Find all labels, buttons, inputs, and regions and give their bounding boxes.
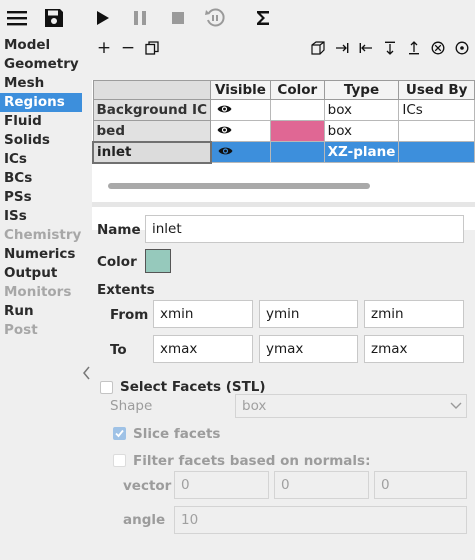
sigma-icon[interactable] xyxy=(251,6,275,30)
slice-facets-checkbox xyxy=(113,427,126,440)
extent-max-x-icon[interactable] xyxy=(332,38,352,58)
extent-max-y-icon[interactable] xyxy=(404,38,424,58)
color-cell[interactable] xyxy=(269,141,325,163)
col-header-type[interactable]: Type xyxy=(323,80,400,100)
sidebar-item-regions[interactable]: Regions xyxy=(0,93,82,112)
col-header-visible[interactable]: Visible xyxy=(210,80,271,100)
collapse-sidebar-icon[interactable] xyxy=(82,366,92,386)
reset-icon[interactable] xyxy=(203,6,227,30)
color-cell[interactable] xyxy=(269,99,325,121)
vector-label: vector xyxy=(123,478,172,494)
ymin-input[interactable]: ymin xyxy=(259,300,358,328)
type-cell: box xyxy=(323,120,400,142)
angle-label: angle xyxy=(123,512,166,528)
angle-input: 10 xyxy=(174,506,467,534)
extent-min-y-icon[interactable] xyxy=(380,38,400,58)
col-header-color[interactable]: Color xyxy=(269,80,325,100)
cube-icon[interactable] xyxy=(308,38,328,58)
region-table: Visible Color Type Used By Background IC… xyxy=(92,80,475,164)
center-point-icon[interactable] xyxy=(452,38,472,58)
table-row[interactable]: bed box xyxy=(92,120,475,142)
used-by-cell xyxy=(398,120,475,142)
table-row[interactable]: Background IC box ICs xyxy=(92,99,475,121)
add-region-button[interactable]: + xyxy=(94,38,114,58)
filter-facets-checkbox xyxy=(113,454,126,467)
slice-facets-label: Slice facets xyxy=(133,426,221,442)
sidebar-item-iss[interactable]: ISs xyxy=(0,207,82,226)
name-input[interactable]: inlet xyxy=(145,215,464,243)
shape-select: box xyxy=(235,394,467,418)
eye-icon[interactable] xyxy=(217,102,232,118)
select-facets-checkbox[interactable] xyxy=(100,381,113,394)
zmin-input[interactable]: zmin xyxy=(364,300,464,328)
extents-label: Extents xyxy=(97,282,155,298)
pause-icon[interactable] xyxy=(128,6,152,30)
sidebar-item-chemistry: Chemistry xyxy=(4,227,82,243)
visible-cell[interactable] xyxy=(210,99,271,121)
sidebar-item-bcs[interactable]: BCs xyxy=(0,169,82,188)
vector-y-input: 0 xyxy=(274,471,369,499)
used-by-cell: ICs xyxy=(398,99,475,121)
zmax-input[interactable]: zmax xyxy=(364,335,464,363)
table-corner-header xyxy=(92,80,211,100)
sidebar-item-monitors: Monitors xyxy=(4,284,72,300)
sidebar-nav: Model Geometry Mesh Regions Fluid Solids… xyxy=(0,36,82,560)
chevron-down-icon xyxy=(450,395,462,417)
menu-icon[interactable] xyxy=(5,6,29,30)
sidebar-item-ics[interactable]: ICs xyxy=(0,150,82,169)
sidebar-item-mesh[interactable]: Mesh xyxy=(0,74,82,93)
vector-x-input: 0 xyxy=(174,471,269,499)
color-label: Color xyxy=(97,254,137,270)
extent-min-x-icon[interactable] xyxy=(356,38,376,58)
sidebar-item-geometry[interactable]: Geometry xyxy=(0,55,82,74)
vector-z-input: 0 xyxy=(374,471,467,499)
col-header-used-by[interactable]: Used By xyxy=(398,80,475,100)
row-name[interactable]: Background IC xyxy=(92,99,211,121)
sidebar-item-solids[interactable]: Solids xyxy=(0,131,82,150)
shape-select-value: box xyxy=(242,398,267,414)
type-cell: box xyxy=(323,99,400,121)
delete-region-button[interactable]: − xyxy=(118,38,138,58)
scrollbar-thumb[interactable] xyxy=(108,183,370,189)
save-icon[interactable] xyxy=(42,6,66,30)
stop-icon[interactable] xyxy=(166,6,190,30)
used-by-cell xyxy=(398,141,475,163)
play-icon[interactable] xyxy=(91,6,115,30)
sidebar-item-post: Post xyxy=(4,322,38,338)
sidebar-item-output[interactable]: Output xyxy=(0,264,82,283)
sidebar-item-pss[interactable]: PSs xyxy=(0,188,82,207)
sidebar-item-fluid[interactable]: Fluid xyxy=(0,112,82,131)
type-cell: XZ-plane xyxy=(323,141,400,163)
visible-cell[interactable] xyxy=(210,120,271,142)
regions-panel: + − Visible Color Type Used By Backgroun… xyxy=(92,36,475,560)
select-facets-label: Select Facets (STL) xyxy=(120,379,266,395)
splitter-handle[interactable] xyxy=(92,202,475,207)
sidebar-item-model[interactable]: Model xyxy=(0,36,82,55)
eye-icon[interactable] xyxy=(217,123,232,139)
from-label: From xyxy=(110,307,149,323)
table-row-selected[interactable]: inlet XZ-plane xyxy=(92,140,475,164)
sidebar-item-run[interactable]: Run xyxy=(0,302,82,321)
clear-extents-icon[interactable] xyxy=(428,38,448,58)
to-label: To xyxy=(110,342,127,358)
filter-facets-label: Filter facets based on normals: xyxy=(133,453,371,469)
visible-cell[interactable] xyxy=(210,141,271,163)
xmax-input[interactable]: xmax xyxy=(153,335,253,363)
name-label: Name xyxy=(97,222,141,238)
xmin-input[interactable]: xmin xyxy=(153,300,253,328)
ymax-input[interactable]: ymax xyxy=(259,335,358,363)
duplicate-region-icon[interactable] xyxy=(142,38,162,58)
color-swatch-button[interactable] xyxy=(145,249,171,273)
toolbar xyxy=(0,0,475,36)
row-name[interactable]: bed xyxy=(92,120,211,142)
color-cell[interactable] xyxy=(269,120,325,142)
row-name[interactable]: inlet xyxy=(92,140,212,164)
shape-label: Shape xyxy=(110,398,153,414)
eye-icon[interactable] xyxy=(218,144,233,160)
sidebar-item-numerics[interactable]: Numerics xyxy=(0,245,82,264)
